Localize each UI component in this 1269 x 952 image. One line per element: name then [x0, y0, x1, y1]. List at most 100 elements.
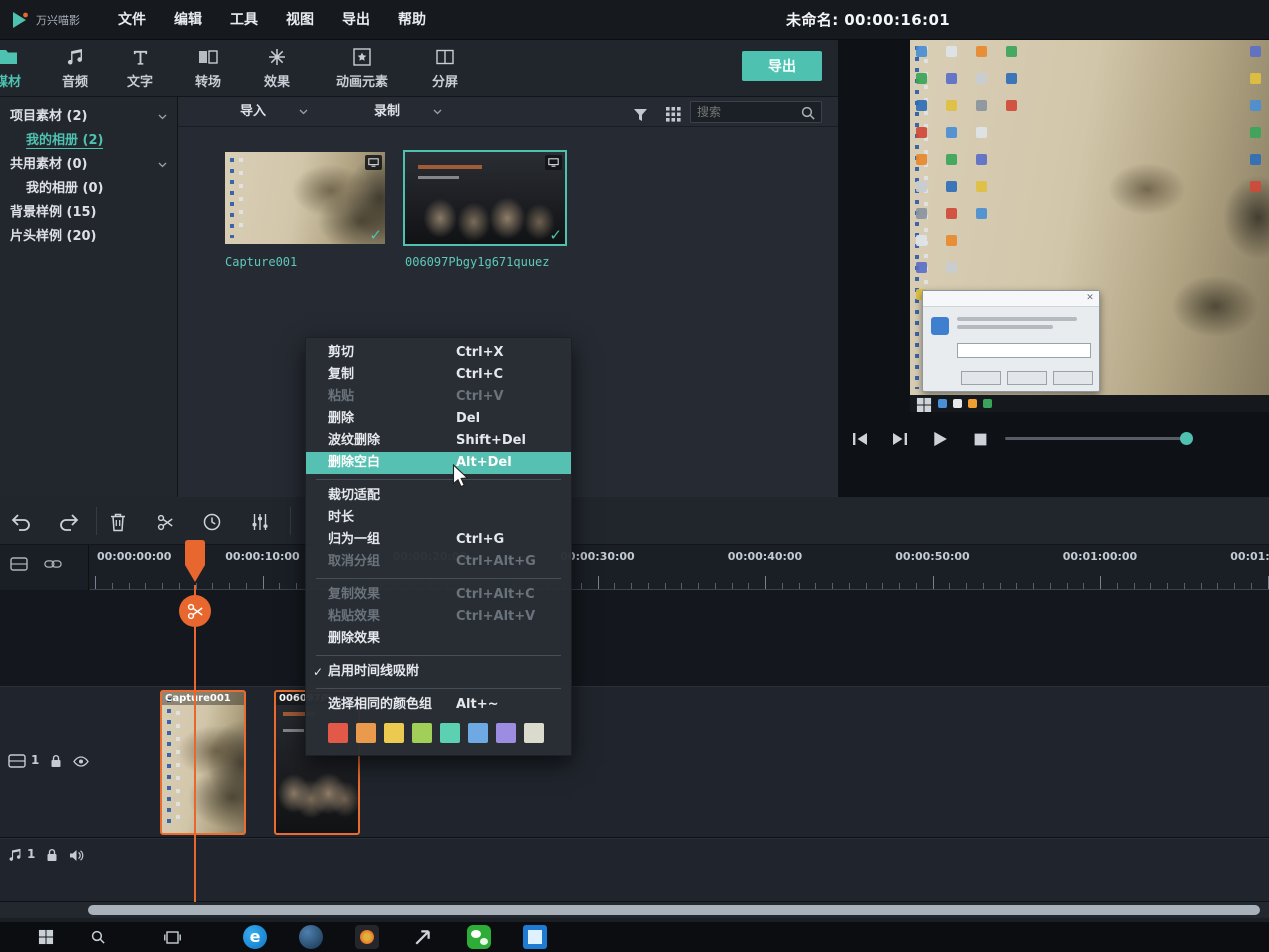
playhead-scissors-button[interactable]	[179, 595, 211, 627]
task-view-icon[interactable]	[160, 925, 184, 949]
preview-slider-track[interactable]	[1005, 437, 1190, 440]
color-swatch-2[interactable]	[384, 723, 404, 743]
desktop-icon	[1006, 100, 1017, 111]
record-label: 录制	[374, 104, 400, 119]
play-button[interactable]	[928, 428, 952, 450]
ruler-tick	[698, 583, 699, 589]
manage-tracks-icon[interactable]	[8, 555, 30, 573]
lock-icon[interactable]	[50, 751, 62, 770]
timeline-ruler[interactable]: 00:00:00:0000:00:10:0000:00:20:0000:00:3…	[90, 545, 1269, 590]
color-swatch-7[interactable]	[524, 723, 544, 743]
color-swatch-4[interactable]	[440, 723, 460, 743]
menubar-item-1[interactable]: 编辑	[160, 0, 216, 40]
ruler-tick	[933, 576, 934, 589]
speaker-icon[interactable]	[69, 845, 84, 864]
media-thumb-0[interactable]: ✓	[225, 152, 385, 244]
context-menu-item-14[interactable]: 删除效果	[306, 628, 571, 650]
sidebar-item-2[interactable]: 共用素材 (0)	[0, 153, 177, 177]
context-menu-item-8[interactable]: 时长	[306, 507, 571, 529]
menubar-item-3[interactable]: 视图	[272, 0, 328, 40]
sidebar-item-4[interactable]: 背景样例 (15)	[0, 201, 177, 225]
menubar-item-2[interactable]: 工具	[216, 0, 272, 40]
tab-text[interactable]: 文字	[127, 47, 153, 90]
playhead-handle[interactable]	[185, 540, 205, 585]
split-scissors-icon[interactable]	[153, 510, 177, 534]
sphere-browser-taskbar-icon[interactable]	[299, 925, 323, 949]
windows-start-icon[interactable]	[34, 925, 58, 949]
context-menu-item-18[interactable]: 选择相同的颜色组Alt+~	[306, 694, 571, 716]
tab-effects[interactable]: 效果	[264, 47, 290, 90]
next-frame-button[interactable]	[888, 428, 912, 450]
tab-music-note[interactable]: 音频	[62, 47, 88, 90]
import-dropdown[interactable]: 导入	[240, 97, 308, 127]
duration-clock-icon[interactable]	[200, 510, 224, 534]
tab-transition[interactable]: 转场	[195, 47, 221, 90]
media-player-taskbar-icon[interactable]	[355, 925, 379, 949]
captured-taskbar	[910, 395, 1269, 412]
previous-frame-button[interactable]	[848, 428, 872, 450]
adjust-mixer-icon[interactable]	[248, 510, 272, 534]
eye-icon[interactable]	[73, 751, 89, 770]
desktop-icon	[946, 235, 957, 246]
desktop-icon	[946, 154, 957, 165]
stop-button[interactable]	[968, 428, 992, 450]
redo-icon[interactable]	[56, 510, 80, 534]
blue-window-taskbar-icon[interactable]	[523, 925, 547, 949]
captured-taskbar-icon	[938, 399, 947, 408]
ruler-timecode: 00:00:50:00	[895, 550, 969, 563]
desktop-icon	[1250, 100, 1261, 111]
delete-icon[interactable]	[106, 510, 130, 534]
context-menu-item-5[interactable]: 删除空白Alt+Del	[306, 452, 571, 474]
tab-media-folder[interactable]: 媒材	[0, 47, 21, 90]
lock-icon[interactable]	[46, 845, 58, 864]
context-menu-item-1[interactable]: 复制 Ctrl+C	[306, 364, 571, 386]
menu-item-label: 复制	[328, 367, 354, 382]
context-menu-item-7[interactable]: 裁切适配	[306, 485, 571, 507]
playhead-line	[194, 585, 196, 902]
export-button[interactable]: 导出	[742, 51, 822, 81]
link-icon[interactable]	[42, 555, 64, 573]
audio-track-row[interactable]	[0, 838, 1269, 902]
context-menu-item-9[interactable]: 归为一组Ctrl+G	[306, 529, 571, 551]
ruler-tick	[681, 583, 682, 589]
media-type-badge	[545, 155, 562, 170]
color-swatch-1[interactable]	[356, 723, 376, 743]
ruler-tick	[614, 583, 615, 589]
color-swatch-6[interactable]	[496, 723, 516, 743]
record-dropdown[interactable]: 录制	[374, 97, 442, 127]
desktop-icon	[976, 100, 987, 111]
search-box[interactable]	[690, 101, 822, 123]
sidebar-item-5[interactable]: 片头样例 (20)	[0, 225, 177, 249]
tab-elements[interactable]: 动画元素	[336, 47, 388, 90]
menu-separator	[316, 479, 561, 480]
context-menu-item-16[interactable]: ✓启用时间线吸附	[306, 661, 571, 683]
menubar-item-5[interactable]: 帮助	[384, 0, 440, 40]
edge-browser-taskbar-icon[interactable]: e	[243, 925, 267, 949]
sidebar-item-1[interactable]: 我的相册 (2)	[0, 129, 177, 153]
context-menu-item-4[interactable]: 波纹删除Shift+Del	[306, 430, 571, 452]
wechat-taskbar-icon[interactable]	[467, 925, 491, 949]
color-swatch-5[interactable]	[468, 723, 488, 743]
timeline-clip-0[interactable]: Capture001	[160, 690, 246, 835]
context-menu-item-0[interactable]: 剪切Ctrl+X	[306, 342, 571, 364]
grid-view-icon[interactable]	[666, 104, 684, 122]
sidebar-item-0[interactable]: 项目素材 (2)	[0, 105, 177, 129]
color-swatch-0[interactable]	[328, 723, 348, 743]
filter-icon[interactable]	[633, 104, 651, 122]
search-input[interactable]	[697, 105, 801, 119]
timeline-scrollbar-thumb[interactable]	[88, 905, 1260, 915]
color-swatch-3[interactable]	[412, 723, 432, 743]
sidebar-item-3[interactable]: 我的相册 (0)	[0, 177, 177, 201]
context-menu-item-3[interactable]: 删除Del	[306, 408, 571, 430]
search-icon[interactable]	[86, 925, 110, 949]
undo-icon[interactable]	[10, 510, 34, 534]
menu-shortcut: Ctrl+C	[456, 364, 503, 386]
menubar: 万兴喵影 文件编辑工具视图导出帮助 未命名: 00:00:16:01	[0, 0, 1269, 40]
preview-slider-knob[interactable]	[1180, 432, 1193, 445]
menubar-item-4[interactable]: 导出	[328, 0, 384, 40]
share-arrow-taskbar-icon[interactable]	[411, 925, 435, 949]
tab-split-screen[interactable]: 分屏	[432, 47, 458, 90]
menubar-item-0[interactable]: 文件	[104, 0, 160, 40]
ruler-tick	[648, 583, 649, 589]
media-thumb-1[interactable]: ✓	[405, 152, 565, 244]
